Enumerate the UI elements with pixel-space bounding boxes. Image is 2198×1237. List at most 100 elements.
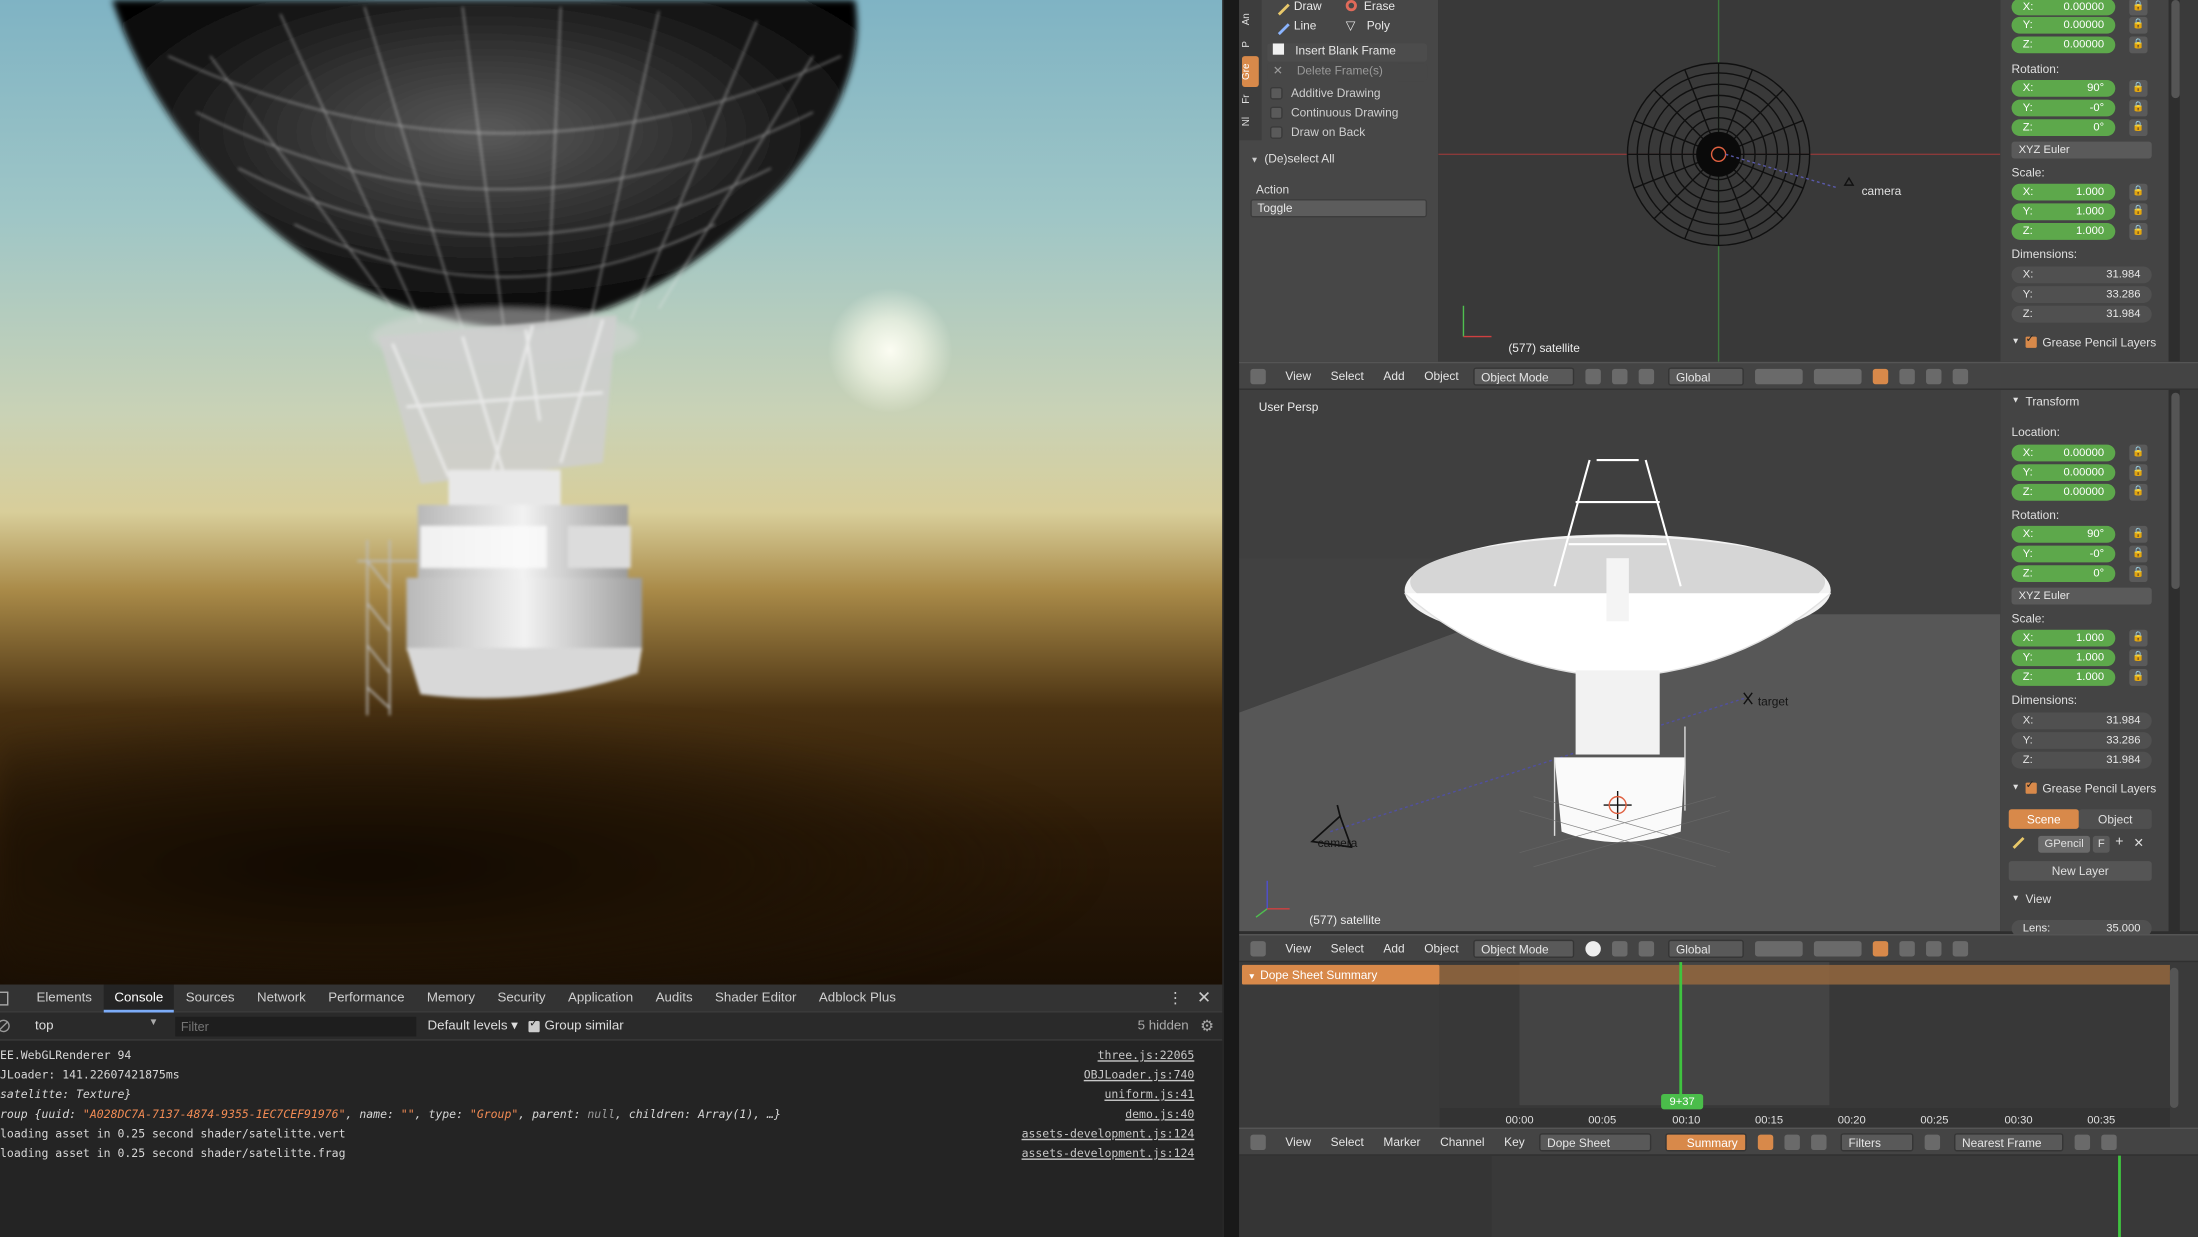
- log-object-message[interactable]: roup {uuid: "A028DC7A-7137-4874-9355-1EC…: [0, 1104, 781, 1124]
- tab-application[interactable]: Application: [557, 984, 645, 1012]
- log-levels-dropdown[interactable]: Default levels ▾: [428, 1018, 518, 1033]
- filters-dropdown[interactable]: Filters: [1840, 1132, 1913, 1151]
- proportional-icon[interactable]: [1898, 368, 1915, 384]
- log-source-link[interactable]: OBJLoader.js:740: [1084, 1064, 1195, 1084]
- insert-blank-frame-button[interactable]: Insert Blank Frame: [1267, 43, 1428, 62]
- inspect-icon[interactable]: [0, 990, 9, 1005]
- manipulator-icon[interactable]: [1638, 368, 1654, 384]
- lock-icon[interactable]: 🔒: [2129, 464, 2148, 482]
- rotation-z-field[interactable]: Z: 0°: [2011, 119, 2116, 137]
- snap-icon[interactable]: [1872, 940, 1888, 956]
- object-menu[interactable]: Object: [1424, 941, 1458, 955]
- draw-on-back-toggle[interactable]: Draw on Back: [1270, 125, 1365, 139]
- layers-icon[interactable]: [1754, 368, 1803, 384]
- delete-frames-button[interactable]: ✕ Delete Frame(s): [1267, 63, 1428, 82]
- shelf-tab-nl[interactable]: Nl: [1242, 112, 1259, 132]
- location-z-field[interactable]: Z: 0.00000: [2011, 36, 2116, 54]
- rotation-y-field[interactable]: Y: -0°: [2011, 545, 2116, 563]
- additive-drawing-toggle[interactable]: Additive Drawing: [1270, 86, 1380, 100]
- tab-shader-editor[interactable]: Shader Editor: [704, 984, 808, 1012]
- layers-icon[interactable]: [1813, 940, 1862, 956]
- pivot-icon[interactable]: [1611, 940, 1627, 956]
- lock-icon[interactable]: 🔒: [2129, 649, 2148, 667]
- dimension-z-field[interactable]: Z: 31.984: [2011, 751, 2152, 769]
- dope-sheet-timeline[interactable]: 00:00 00:05 00:10 00:15 00:20 00:25 00:3…: [1439, 962, 2170, 1128]
- log-source-link[interactable]: demo.js:40: [1125, 1104, 1194, 1124]
- filter-icon[interactable]: [1810, 1133, 1827, 1150]
- render-icon[interactable]: [1925, 940, 1941, 956]
- log-message[interactable]: satelitte: Texture}: [0, 1084, 131, 1104]
- mode-dropdown[interactable]: Object Mode: [1472, 938, 1574, 958]
- only-selected-icon[interactable]: [1757, 1133, 1773, 1150]
- lock-icon[interactable]: 🔒: [2129, 99, 2148, 117]
- plus-icon[interactable]: +: [2115, 834, 2123, 849]
- rotation-mode-dropdown[interactable]: XYZ Euler: [2011, 587, 2152, 605]
- tab-audits[interactable]: Audits: [644, 984, 703, 1012]
- camera-icon[interactable]: [1952, 368, 1968, 384]
- select-menu[interactable]: Select: [1331, 1135, 1364, 1149]
- object-toggle[interactable]: Object: [2078, 809, 2152, 829]
- webgl-canvas[interactable]: [0, 0, 1223, 985]
- dope-sheet[interactable]: ▼ Dope Sheet Summary 00:00 00:05 00:10 00…: [1239, 962, 2198, 1128]
- gpencil-datablock[interactable]: GPencil: [2038, 835, 2091, 853]
- lock-icon[interactable]: 🔒: [2129, 16, 2148, 34]
- add-menu[interactable]: Add: [1383, 941, 1404, 955]
- pivot-icon[interactable]: [1611, 368, 1627, 384]
- continuous-drawing-toggle[interactable]: Continuous Drawing: [1270, 105, 1398, 119]
- deselect-all-panel-header[interactable]: (De)select All: [1250, 151, 1334, 165]
- lock-icon[interactable]: 🔒: [2129, 525, 2148, 543]
- window-divider[interactable]: [1222, 0, 1240, 1237]
- scale-x-field[interactable]: X: 1.000: [2011, 629, 2116, 647]
- dimension-z-field[interactable]: Z: 31.984: [2011, 305, 2152, 323]
- select-menu[interactable]: Select: [1331, 369, 1364, 383]
- lock-icon[interactable]: 🔒: [2129, 119, 2148, 137]
- scale-x-field[interactable]: X: 1.000: [2011, 183, 2116, 201]
- context-select[interactable]: top: [24, 1018, 161, 1033]
- layers-icon[interactable]: [1754, 940, 1803, 956]
- transform-panel-header[interactable]: ▼ Transform: [2012, 394, 2080, 408]
- top-viewport[interactable]: camera (577) satellite: [1438, 0, 2001, 362]
- editor-type-icon[interactable]: [1250, 368, 1266, 384]
- rotation-z-field[interactable]: Z: 0°: [2011, 565, 2116, 583]
- lock-icon[interactable]: 🔒: [2129, 36, 2148, 54]
- checkbox[interactable]: [1270, 125, 1283, 139]
- shelf-tab-physics[interactable]: P: [1242, 36, 1259, 53]
- log-source-link[interactable]: three.js:22065: [1098, 1045, 1195, 1065]
- new-layer-button[interactable]: New Layer: [2008, 861, 2152, 881]
- tab-security[interactable]: Security: [486, 984, 557, 1012]
- scale-y-field[interactable]: Y: 1.000: [2011, 203, 2116, 221]
- orientation-dropdown[interactable]: Global: [1667, 938, 1744, 958]
- lock-icon[interactable]: 🔒: [2129, 203, 2148, 221]
- location-z-field[interactable]: Z: 0.00000: [2011, 483, 2116, 501]
- location-y-field[interactable]: Y: 0.00000: [2011, 464, 2116, 482]
- shelf-tab-grease-pencil[interactable]: Gre: [1241, 56, 1259, 87]
- manipulator-icon[interactable]: [1638, 940, 1654, 956]
- clear-console-icon[interactable]: [0, 1019, 10, 1033]
- checkbox-icon[interactable]: [2025, 778, 2037, 794]
- snap-mode-dropdown[interactable]: Nearest Frame: [1953, 1132, 2063, 1151]
- select-menu[interactable]: Select: [1331, 941, 1364, 955]
- scene-toggle[interactable]: Scene: [2008, 809, 2079, 829]
- lock-icon[interactable]: 🔒: [2129, 183, 2148, 201]
- orientation-dropdown[interactable]: Global: [1667, 366, 1744, 385]
- close-icon[interactable]: ✕: [2134, 836, 2145, 851]
- dimension-y-field[interactable]: Y: 33.286: [2011, 732, 2152, 749]
- gear-icon[interactable]: ⚙: [1200, 1017, 1214, 1035]
- close-icon[interactable]: ✕: [1197, 987, 1211, 1007]
- scale-z-field[interactable]: Z: 1.000: [2011, 222, 2116, 240]
- summary-toggle[interactable]: Summary: [1664, 1132, 1747, 1151]
- lock-icon[interactable]: 🔒: [2129, 79, 2148, 97]
- tab-memory[interactable]: Memory: [416, 984, 487, 1012]
- lock-icon[interactable]: 🔒: [2129, 668, 2148, 686]
- playhead[interactable]: [2118, 1155, 2121, 1237]
- scale-y-field[interactable]: Y: 1.000: [2011, 649, 2116, 667]
- rotation-x-field[interactable]: X: 90°: [2011, 79, 2116, 97]
- channel-menu[interactable]: Channel: [1440, 1135, 1484, 1149]
- render-icon[interactable]: [1925, 368, 1941, 384]
- rotation-mode-dropdown[interactable]: XYZ Euler: [2011, 141, 2152, 159]
- tab-adblock-plus[interactable]: Adblock Plus: [808, 984, 907, 1012]
- lock-icon[interactable]: 🔒: [2129, 483, 2148, 501]
- view-panel-header[interactable]: ▼ View: [2012, 892, 2052, 906]
- filter-input[interactable]: [175, 1016, 417, 1036]
- key-menu[interactable]: Key: [1504, 1135, 1525, 1149]
